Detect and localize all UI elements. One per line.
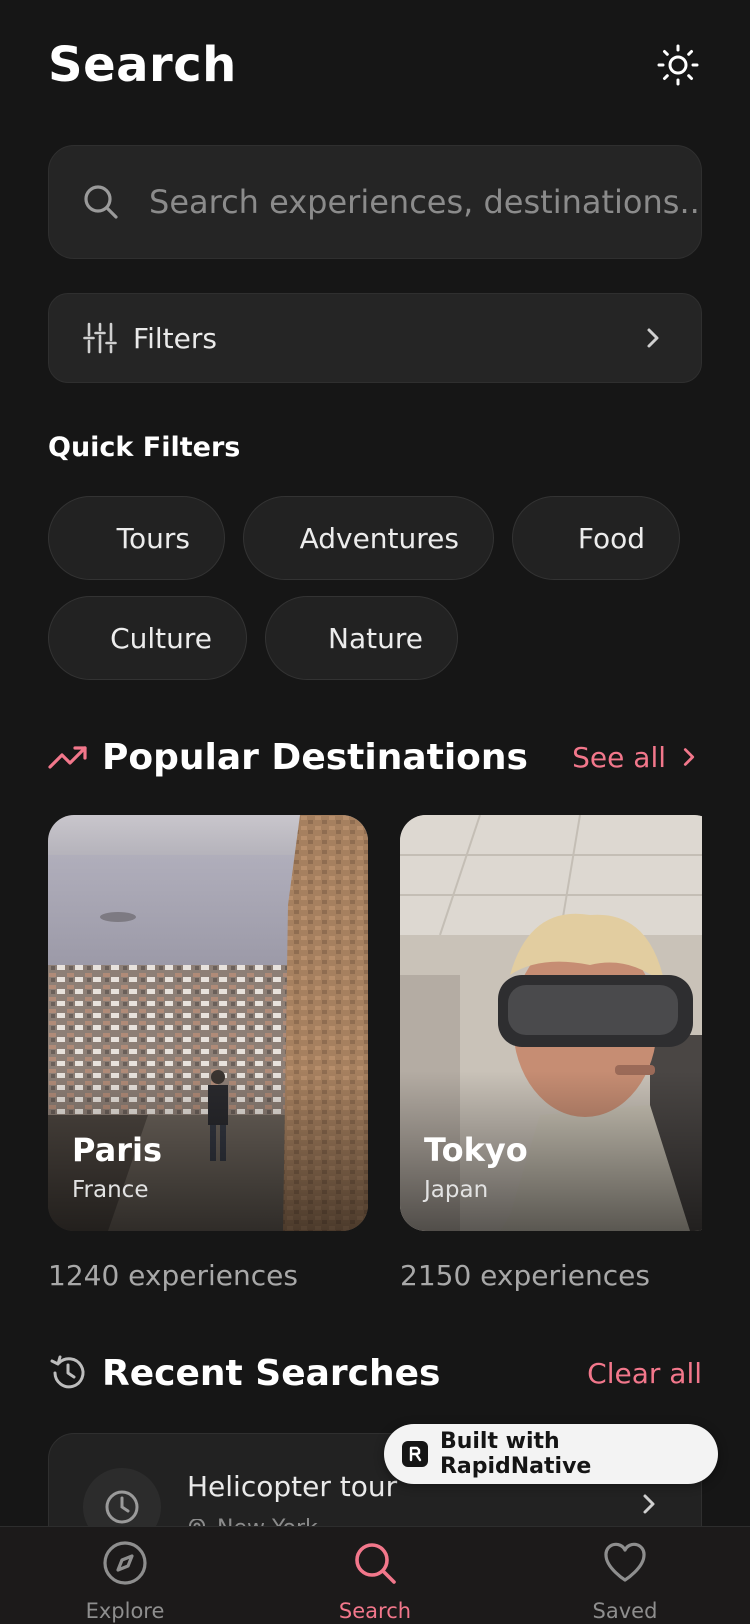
see-all-link[interactable]: See all <box>572 741 702 774</box>
recent-searches-title: Recent Searches <box>102 1352 441 1394</box>
theme-toggle-button[interactable] <box>654 41 702 89</box>
search-input[interactable]: Search experiences, destinations... <box>48 145 702 259</box>
destination-card-paris[interactable]: Paris France <box>48 815 368 1231</box>
recent-searches-header: Recent Searches Clear all <box>48 1350 702 1396</box>
chip-nature[interactable]: Nature <box>265 596 458 680</box>
sliders-icon <box>83 322 117 354</box>
quick-filters-title: Quick Filters <box>48 432 241 463</box>
destination-city: Paris <box>72 1131 162 1169</box>
destination-card-tokyo[interactable]: Tokyo Japan <box>400 815 702 1231</box>
compass-icon <box>103 1541 147 1585</box>
page-title: Search <box>48 37 237 93</box>
chip-tours[interactable]: Tours <box>48 496 225 580</box>
tab-explore[interactable]: Explore <box>45 1539 205 1623</box>
rapidnative-logo-glyph <box>409 1446 422 1462</box>
chevron-right-icon <box>683 748 695 766</box>
chip-adventures[interactable]: Adventures <box>243 496 494 580</box>
destination-experience-count: 2150 experiences <box>400 1259 650 1292</box>
header: Search <box>48 30 702 100</box>
search-screen: Search Search experiences, destinations.… <box>0 0 750 1624</box>
destination-country: France <box>72 1177 149 1203</box>
chevron-right-icon <box>643 1494 655 1514</box>
destination-country: Japan <box>424 1177 489 1203</box>
destination-city: Tokyo <box>424 1131 528 1169</box>
clock-icon <box>105 1490 139 1524</box>
popular-destinations-title: Popular Destinations <box>102 736 528 778</box>
recent-item-title: Helicopter tour <box>187 1470 398 1503</box>
chip-food[interactable]: Food <box>512 496 680 580</box>
tab-label: Search <box>338 1599 412 1623</box>
tab-label: Saved <box>592 1599 658 1623</box>
built-with-badge[interactable]: Built with RapidNative <box>384 1424 718 1484</box>
search-icon <box>355 1543 396 1584</box>
tab-label: Explore <box>85 1599 165 1623</box>
tab-search[interactable]: Search <box>295 1539 455 1623</box>
clear-all-button[interactable]: Clear all <box>587 1357 702 1390</box>
popular-destinations-header: Popular Destinations See all <box>48 734 702 780</box>
tab-saved[interactable]: Saved <box>545 1539 705 1623</box>
trending-up-icon <box>48 746 87 769</box>
destinations-carousel[interactable]: Paris France 1240 experiences Tokyo Japa… <box>48 815 702 1295</box>
badge-text: Built with RapidNative <box>439 1429 592 1479</box>
filters-label: Filters <box>133 321 217 355</box>
bottom-tab-bar: Explore Search Saved <box>0 1526 750 1624</box>
rapidnative-logo-icon <box>402 1441 428 1467</box>
filters-button[interactable]: Filters <box>48 293 702 383</box>
destination-experience-count: 1240 experiences <box>48 1259 298 1292</box>
sun-icon <box>657 44 699 86</box>
chevron-right-icon <box>647 328 659 348</box>
search-placeholder: Search experiences, destinations... <box>149 183 701 221</box>
search-icon <box>84 185 118 219</box>
heart-icon <box>604 1542 646 1582</box>
see-all-label: See all <box>572 740 666 774</box>
history-icon <box>50 1355 85 1389</box>
chip-culture[interactable]: Culture <box>48 596 247 680</box>
